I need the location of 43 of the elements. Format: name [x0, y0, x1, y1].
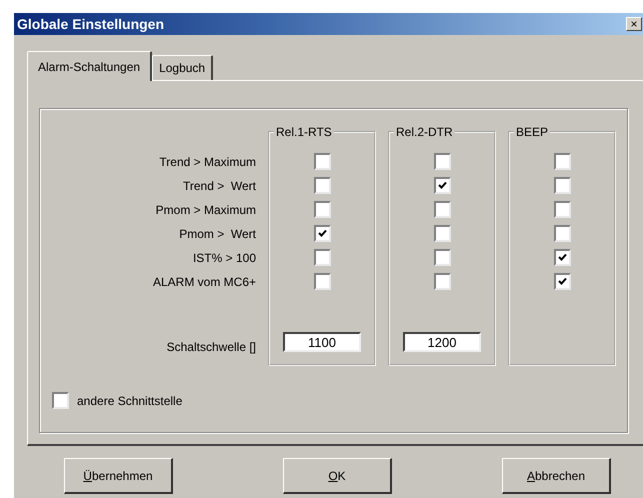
- checkbox[interactable]: [434, 248, 450, 266]
- threshold-label: Schaltschwelle []: [166, 339, 256, 356]
- close-button[interactable]: ×: [626, 17, 642, 31]
- condition-label: Pmom > Maximum: [156, 202, 256, 219]
- condition-label: Trend > Wert: [182, 178, 256, 195]
- dialog-button[interactable]: Übernehmen: [64, 458, 173, 494]
- condition-label: Trend > Maximum: [159, 154, 256, 171]
- check-icon: [558, 252, 566, 262]
- checkbox[interactable]: [434, 272, 450, 290]
- group-title: Rel.2-DTR: [395, 125, 454, 139]
- checkbox[interactable]: [554, 248, 570, 266]
- condition-label: Pmom > Wert: [179, 226, 256, 243]
- checkbox[interactable]: [554, 224, 570, 242]
- checkbox[interactable]: [52, 392, 69, 409]
- checkbox[interactable]: [434, 224, 450, 242]
- checkbox-label: andere Schnittstelle: [77, 394, 182, 408]
- checkbox[interactable]: [314, 200, 330, 218]
- threshold-field[interactable]: 1200: [403, 332, 481, 352]
- group-title: Rel.1-RTS: [275, 125, 333, 139]
- condition-label: ALARM vom MC6+: [152, 274, 256, 291]
- checkbox[interactable]: [314, 176, 330, 194]
- checkbox[interactable]: [314, 272, 330, 290]
- check-icon: [318, 228, 326, 238]
- tab[interactable]: Logbuch: [152, 55, 214, 80]
- condition-label: IST% > 100: [192, 250, 256, 267]
- checkbox[interactable]: [434, 200, 450, 218]
- checkbox[interactable]: [554, 272, 570, 290]
- dialog-button[interactable]: OK: [283, 458, 392, 494]
- window-title: Globale Einstellungen: [16, 16, 164, 32]
- group-title: BEEP: [515, 125, 550, 139]
- checkbox[interactable]: [554, 152, 570, 170]
- check-icon: [438, 180, 446, 190]
- checkbox[interactable]: [554, 200, 570, 218]
- checkbox[interactable]: [554, 176, 570, 194]
- checkbox[interactable]: [434, 152, 450, 170]
- dialog-button[interactable]: Abbrechen: [502, 458, 611, 494]
- checkbox[interactable]: [314, 152, 330, 170]
- checkbox[interactable]: [314, 248, 330, 266]
- checkbox[interactable]: [434, 176, 450, 194]
- tab[interactable]: Alarm-Schaltungen: [27, 51, 152, 81]
- checkbox[interactable]: [314, 224, 330, 242]
- check-icon: [558, 276, 566, 286]
- threshold-field[interactable]: 1100: [283, 332, 361, 352]
